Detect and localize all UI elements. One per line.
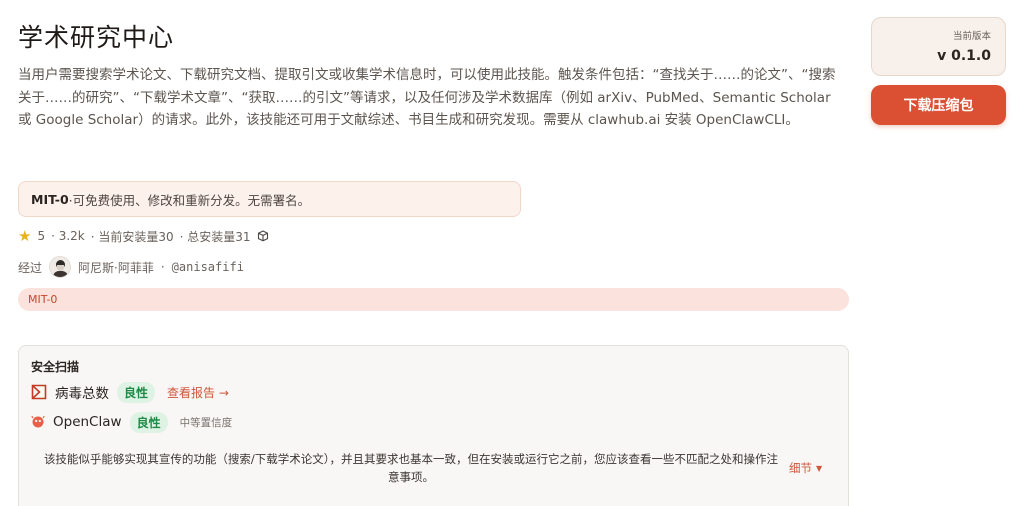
license-text: ·可免费使用、修改和重新分发。无需署名。 <box>68 192 311 208</box>
download-count: · 3.2k <box>51 229 85 243</box>
virustotal-status-badge: 良性 <box>117 381 156 403</box>
details-label: 细节 <box>789 461 812 475</box>
openclaw-icon <box>31 415 45 428</box>
current-installs: · 当前安装量30 <box>90 229 174 244</box>
skill-description: 当用户需要搜索学术论文、下载研究文档、提取引文或收集学术信息时，可以使用此技能。… <box>18 67 836 128</box>
license-code: MIT-0 <box>31 191 69 207</box>
license-tag-label: MIT-0 <box>28 293 58 306</box>
openclaw-name: OpenClaw <box>53 414 122 430</box>
download-zip-button[interactable]: 下载压缩包 <box>871 85 1006 125</box>
via-label: 经过 <box>18 260 43 275</box>
author-row: 经过 阿尼斯·阿菲菲 · @anisafifi <box>18 256 244 278</box>
package-icon <box>257 230 268 242</box>
stats-row: ★ 5 · 3.2k · 当前安装量30 · 总安装量31 <box>18 228 269 244</box>
version-value: v 0.1.0 <box>937 48 991 64</box>
license-notice: MIT-0 ·可免费使用、修改和重新分发。无需署名。 <box>18 181 521 217</box>
caret-down-icon: ▼ <box>816 463 823 473</box>
total-installs: · 总安装量31 <box>179 229 251 244</box>
author-separator: · <box>160 260 165 274</box>
virustotal-name: 病毒总数 <box>55 386 109 402</box>
details-toggle[interactable]: 细节 ▼ <box>789 460 822 476</box>
license-tag: MIT-0 <box>18 288 849 311</box>
star-count: 5 <box>37 229 46 243</box>
openclaw-status-badge: 良性 <box>129 411 168 433</box>
author-avatar[interactable] <box>49 256 72 278</box>
page-title: 学术研究中心 <box>18 23 175 52</box>
author-handle[interactable]: @anisafifi <box>172 260 244 274</box>
star-icon[interactable]: ★ <box>18 228 31 244</box>
version-card: 当前版本 v 0.1.0 <box>871 17 1006 76</box>
version-label: 当前版本 <box>952 31 991 42</box>
virustotal-icon <box>31 384 47 400</box>
openclaw-row: OpenClaw 良性 中等置信度 <box>31 411 232 433</box>
author-name[interactable]: 阿尼斯·阿菲菲 <box>78 259 154 276</box>
security-scan-card: 安全扫描 病毒总数 良性 查看报告 → OpenClaw 良性 中等置信度 该技… <box>18 345 849 506</box>
virustotal-row: 病毒总数 良性 查看报告 → <box>31 381 229 403</box>
security-scan-title: 安全扫描 <box>31 360 80 374</box>
view-report-link[interactable]: 查看报告 → <box>167 384 229 401</box>
confidence-level: 中等置信度 <box>179 416 233 429</box>
scan-summary: 该技能似乎能够实现其宣传的功能（搜索/下载学术论文），并且其要求也基本一致，但在… <box>43 452 779 484</box>
